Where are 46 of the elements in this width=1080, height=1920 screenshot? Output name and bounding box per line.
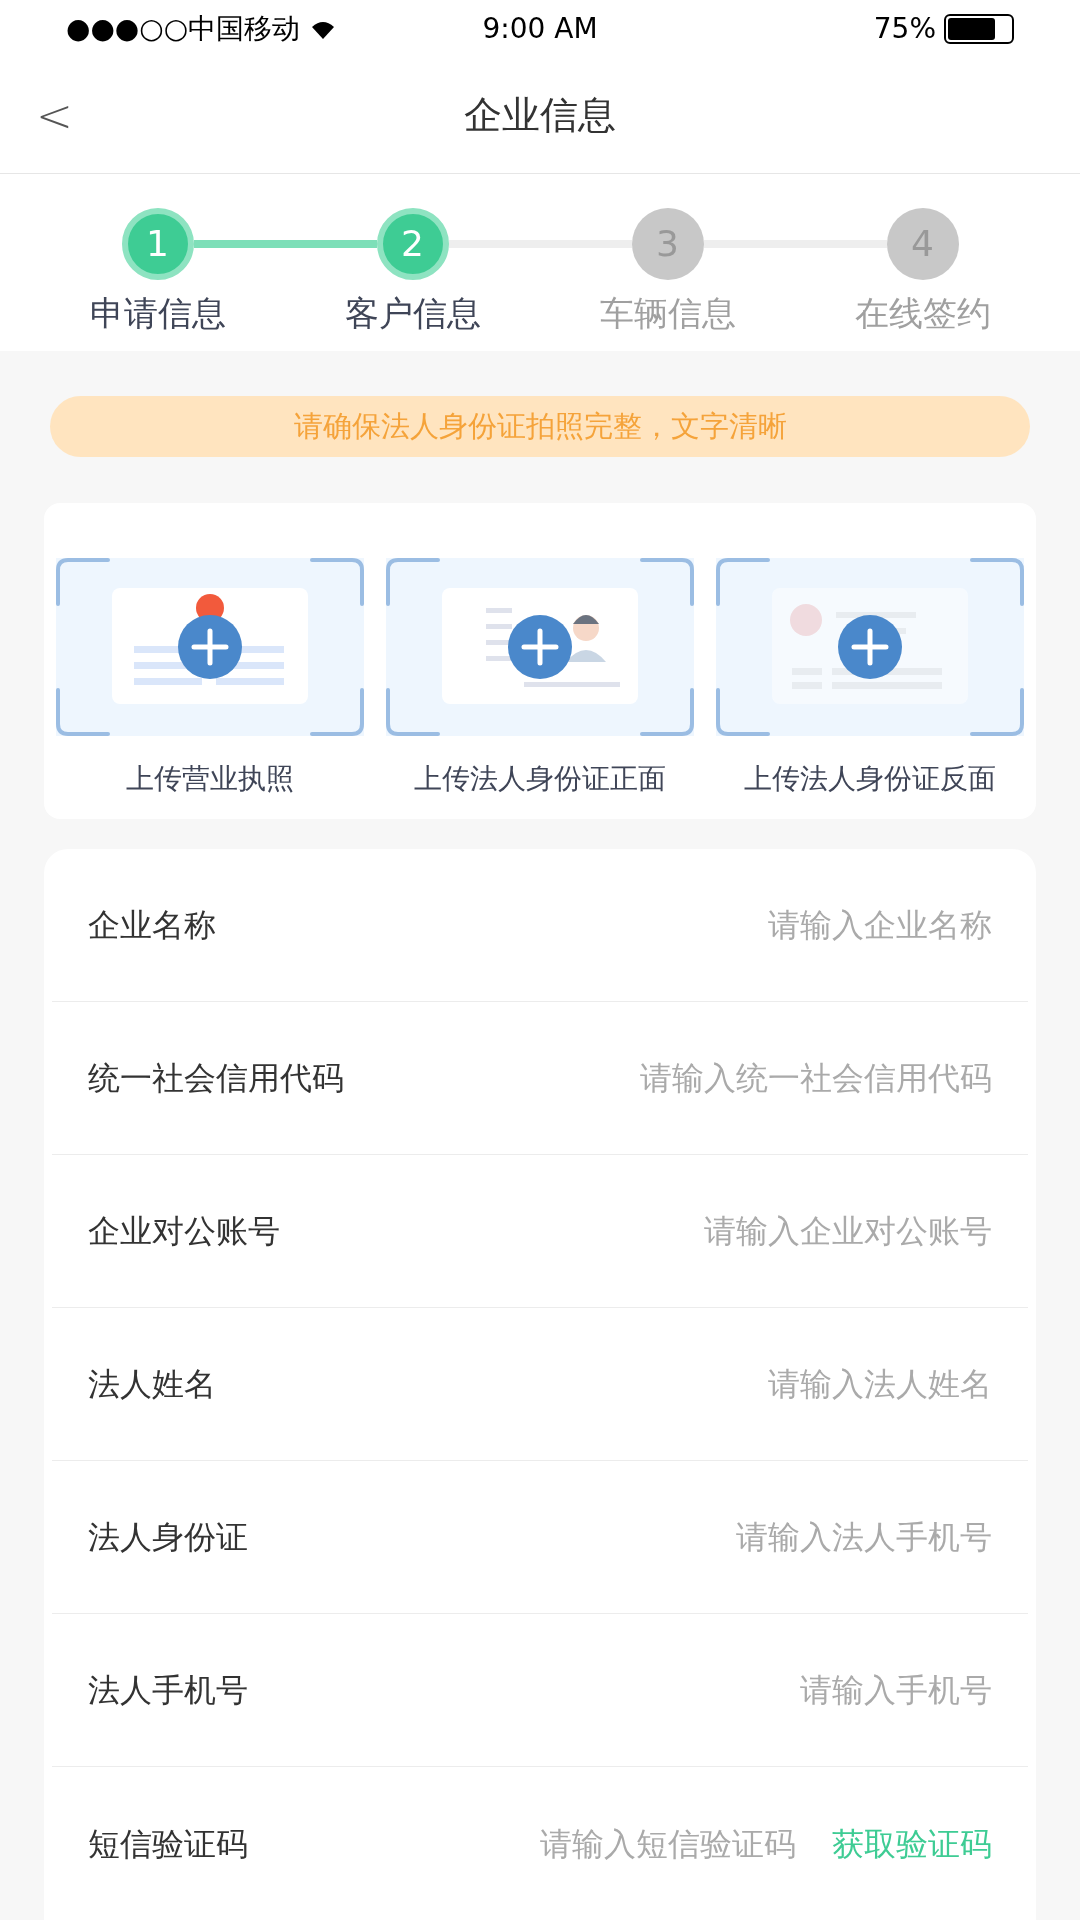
corner-bracket — [640, 557, 694, 606]
field-label: 企业对公账号 — [88, 1211, 280, 1252]
corner-bracket — [970, 557, 1024, 606]
upload-button[interactable] — [56, 557, 364, 736]
plus-icon — [508, 614, 572, 679]
input-field[interactable]: 请输入手机号 — [264, 1666, 992, 1714]
corner-bracket — [310, 557, 364, 606]
corner-bracket — [716, 687, 770, 736]
corner-bracket — [640, 687, 694, 736]
upload-label: 上传法人身份证反面 — [744, 760, 996, 797]
corner-bracket — [386, 557, 440, 606]
input-field[interactable]: 请输入法人手机号 — [264, 1513, 992, 1561]
step-label: 申请信息 — [89, 291, 226, 335]
corner-bracket — [310, 687, 364, 736]
battery-icon — [944, 14, 1014, 45]
field-label: 统一社会信用代码 — [88, 1058, 344, 1099]
corner-bracket — [56, 687, 110, 736]
field-label: 短信验证码 — [88, 1823, 248, 1865]
upload-button[interactable] — [386, 557, 694, 736]
notice-banner: 请确保法人身份证拍照完整，文字清晰 — [50, 396, 1030, 457]
back-button[interactable]: < — [36, 82, 73, 149]
corner-bracket — [716, 557, 770, 606]
input-field[interactable]: 请输入统一社会信用代码 — [360, 1054, 992, 1102]
corner-bracket — [56, 557, 110, 606]
input-field[interactable]: 请输入法人姓名 — [232, 1360, 992, 1408]
field-label: 法人身份证 — [88, 1517, 248, 1558]
corner-bracket — [970, 687, 1024, 736]
step-label: 车辆信息 — [599, 291, 736, 335]
field-label: 企业名称 — [88, 905, 216, 946]
step-label: 客户信息 — [344, 291, 481, 335]
clock-text: 9:00 AM — [481, 11, 599, 48]
field-label: 法人姓名 — [88, 1364, 216, 1405]
battery-text: 75% — [873, 11, 936, 48]
plus-icon — [178, 614, 242, 679]
input-field[interactable]: 请输入企业对公账号 — [296, 1207, 992, 1255]
plus-icon — [838, 614, 902, 679]
upload-button[interactable] — [716, 557, 1024, 736]
carrier-text: ●●●○○中国移动 — [66, 11, 301, 48]
field-label: 法人手机号 — [88, 1670, 248, 1711]
upload-label: 上传营业执照 — [126, 760, 294, 797]
step-label: 在线签约 — [854, 291, 991, 335]
page-title: 企业信息 — [464, 92, 616, 140]
input-field[interactable]: 请输入企业名称 — [232, 901, 992, 949]
upload-label: 上传法人身份证正面 — [414, 760, 666, 797]
input-field[interactable]: 请输入短信验证码 — [264, 1819, 796, 1868]
corner-bracket — [386, 687, 440, 736]
